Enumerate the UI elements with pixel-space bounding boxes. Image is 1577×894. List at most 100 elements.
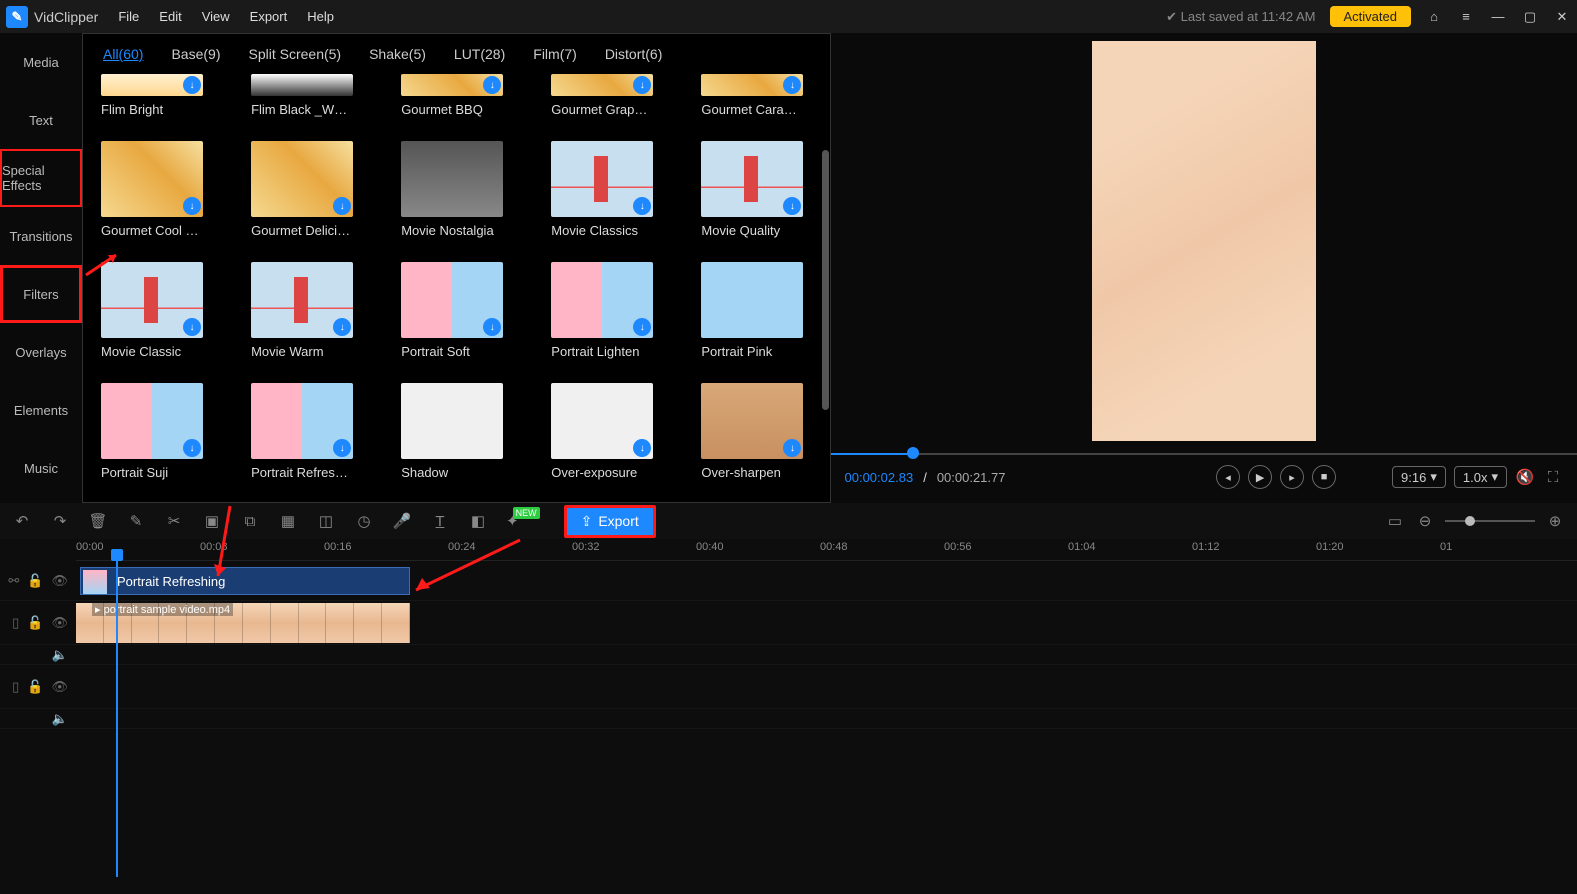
filter-thumbnail[interactable]: ↓Movie Classics xyxy=(551,141,661,250)
prev-frame-button[interactable]: ◂ xyxy=(1216,465,1240,489)
duration-icon[interactable]: ◷ xyxy=(354,512,374,530)
filter-thumbnail[interactable]: ↓Gourmet Cool an... xyxy=(101,141,211,250)
stats-icon[interactable]: ◫ xyxy=(316,512,336,530)
download-icon[interactable]: ↓ xyxy=(783,197,801,215)
next-frame-button[interactable]: ▸ xyxy=(1280,465,1304,489)
download-icon[interactable]: ↓ xyxy=(183,318,201,336)
lock-icon[interactable]: 🔓 xyxy=(27,615,43,631)
filter-thumbnail[interactable]: Shadow xyxy=(401,383,511,492)
scrollbar-thumb[interactable] xyxy=(822,150,829,410)
filter-tab[interactable]: Split Screen(5) xyxy=(249,46,342,62)
visibility-icon[interactable]: 👁 xyxy=(51,573,68,589)
minimize-icon[interactable]: — xyxy=(1489,9,1507,24)
download-icon[interactable]: ↓ xyxy=(633,76,651,94)
filter-thumbnail[interactable]: ↓Over-sharpen xyxy=(701,383,811,492)
mute-icon[interactable]: 🔇 xyxy=(1515,468,1535,486)
filter-tab[interactable]: Distort(6) xyxy=(605,46,663,62)
play-button[interactable]: ▶ xyxy=(1248,465,1272,489)
visibility-icon[interactable]: 👁 xyxy=(51,615,68,631)
download-icon[interactable]: ↓ xyxy=(783,76,801,94)
mosaic-icon[interactable]: ▦ xyxy=(278,512,298,530)
download-icon[interactable]: ↓ xyxy=(183,439,201,457)
filter-thumbnail[interactable]: ↓Over-exposure xyxy=(551,383,661,492)
link-icon[interactable]: ⚯ xyxy=(8,573,19,589)
filter-thumbnail[interactable]: Portrait Pink xyxy=(701,262,811,371)
voiceover-icon[interactable]: 🎤 xyxy=(392,512,412,530)
menu-file[interactable]: File xyxy=(118,9,139,24)
mute-track-icon[interactable]: 🔈 xyxy=(52,711,68,727)
activation-badge[interactable]: Activated xyxy=(1330,6,1411,27)
split-icon[interactable]: ✂ xyxy=(164,512,184,530)
download-icon[interactable]: ↓ xyxy=(633,439,651,457)
zoom-slider[interactable] xyxy=(1445,520,1535,522)
edit-icon[interactable]: ✎ xyxy=(126,512,146,530)
sidebar-item-overlays[interactable]: Overlays xyxy=(0,323,82,381)
lock-icon[interactable]: 🔓 xyxy=(27,573,43,589)
download-icon[interactable]: ↓ xyxy=(183,76,201,94)
filter-thumbnail[interactable]: ↓Gourmet Grapefr... xyxy=(551,74,661,129)
sidebar-item-music[interactable]: Music xyxy=(0,439,82,497)
copy-icon[interactable]: ⧉ xyxy=(240,513,260,530)
preview-seek-bar[interactable] xyxy=(831,451,1577,457)
download-icon[interactable]: ↓ xyxy=(483,318,501,336)
download-icon[interactable]: ↓ xyxy=(333,197,351,215)
close-icon[interactable]: ✕ xyxy=(1553,9,1571,25)
redo-icon[interactable]: ↷ xyxy=(50,512,70,530)
filter-tab[interactable]: Shake(5) xyxy=(369,46,426,62)
track-type-icon[interactable]: ▯ xyxy=(12,615,19,631)
fit-icon[interactable]: ▭ xyxy=(1385,512,1405,530)
home-icon[interactable]: ⌂ xyxy=(1425,9,1443,24)
sidebar-item-special-effects[interactable]: Special Effects xyxy=(0,149,82,207)
aspect-ratio-selector[interactable]: 9:16 ▾ xyxy=(1392,466,1446,488)
sidebar-item-transitions[interactable]: Transitions xyxy=(0,207,82,265)
menu-edit[interactable]: Edit xyxy=(159,9,181,24)
track-type-icon[interactable]: ▯ xyxy=(12,679,19,695)
download-icon[interactable]: ↓ xyxy=(633,318,651,336)
download-icon[interactable]: ↓ xyxy=(483,76,501,94)
filter-tab[interactable]: All(60) xyxy=(103,46,143,62)
download-icon[interactable]: ↓ xyxy=(333,439,351,457)
hamburger-icon[interactable]: ≡ xyxy=(1457,9,1475,24)
menu-view[interactable]: View xyxy=(202,9,230,24)
menu-export[interactable]: Export xyxy=(250,9,288,24)
filter-thumbnail[interactable]: ↓Portrait Refreshing xyxy=(251,383,361,492)
filter-thumbnail[interactable]: ↓Movie Quality xyxy=(701,141,811,250)
speed-selector[interactable]: 1.0x ▾ xyxy=(1454,466,1507,488)
download-icon[interactable]: ↓ xyxy=(633,197,651,215)
visibility-icon[interactable]: 👁 xyxy=(51,679,68,695)
filter-thumbnail[interactable]: ↓Portrait Soft xyxy=(401,262,511,371)
zoom-in-icon[interactable]: ⊕ xyxy=(1545,512,1565,530)
stop-button[interactable]: ■ xyxy=(1312,465,1336,489)
download-icon[interactable]: ↓ xyxy=(183,197,201,215)
filter-thumbnail[interactable]: ↓Gourmet Delicious xyxy=(251,141,361,250)
export-button[interactable]: ⇪ Export xyxy=(564,505,656,538)
filter-thumbnail[interactable]: Movie Nostalgia xyxy=(401,141,511,250)
lock-icon[interactable]: 🔓 xyxy=(27,679,43,695)
sidebar-item-elements[interactable]: Elements xyxy=(0,381,82,439)
filter-tab[interactable]: Film(7) xyxy=(533,46,577,62)
text-tool-icon[interactable]: T̲ xyxy=(430,513,450,530)
mute-track-icon[interactable]: 🔈 xyxy=(52,647,68,663)
filter-tab[interactable]: LUT(28) xyxy=(454,46,505,62)
sidebar-item-text[interactable]: Text xyxy=(0,91,82,149)
menu-help[interactable]: Help xyxy=(307,9,334,24)
filter-thumbnail[interactable]: ↓Movie Warm xyxy=(251,262,361,371)
undo-icon[interactable]: ↶ xyxy=(12,512,32,530)
color-tool-icon[interactable]: ◧ xyxy=(468,512,488,530)
filter-thumbnail[interactable]: ↓Gourmet BBQ xyxy=(401,74,511,129)
delete-icon[interactable]: 🗑 xyxy=(88,512,108,530)
zoom-out-icon[interactable]: ⊖ xyxy=(1415,512,1435,530)
download-icon[interactable]: ↓ xyxy=(333,318,351,336)
filter-tab[interactable]: Base(9) xyxy=(171,46,220,62)
library-scrollbar[interactable] xyxy=(820,70,830,502)
timeline-ruler[interactable]: 00:0000:0800:1600:2400:3200:4000:4800:56… xyxy=(76,539,1577,561)
filter-clip[interactable]: Portrait Refreshing xyxy=(80,567,410,595)
filter-thumbnail[interactable]: ↓Gourmet Caramel xyxy=(701,74,811,129)
sidebar-item-media[interactable]: Media xyxy=(0,33,82,91)
filter-thumbnail[interactable]: Flim Black _White xyxy=(251,74,361,129)
playhead[interactable] xyxy=(116,557,118,877)
filter-thumbnail[interactable]: ↓Flim Bright xyxy=(101,74,211,129)
sidebar-item-filters[interactable]: Filters xyxy=(0,265,82,323)
maximize-icon[interactable]: ▢ xyxy=(1521,9,1539,25)
filter-thumbnail[interactable]: ↓Portrait Suji xyxy=(101,383,211,492)
